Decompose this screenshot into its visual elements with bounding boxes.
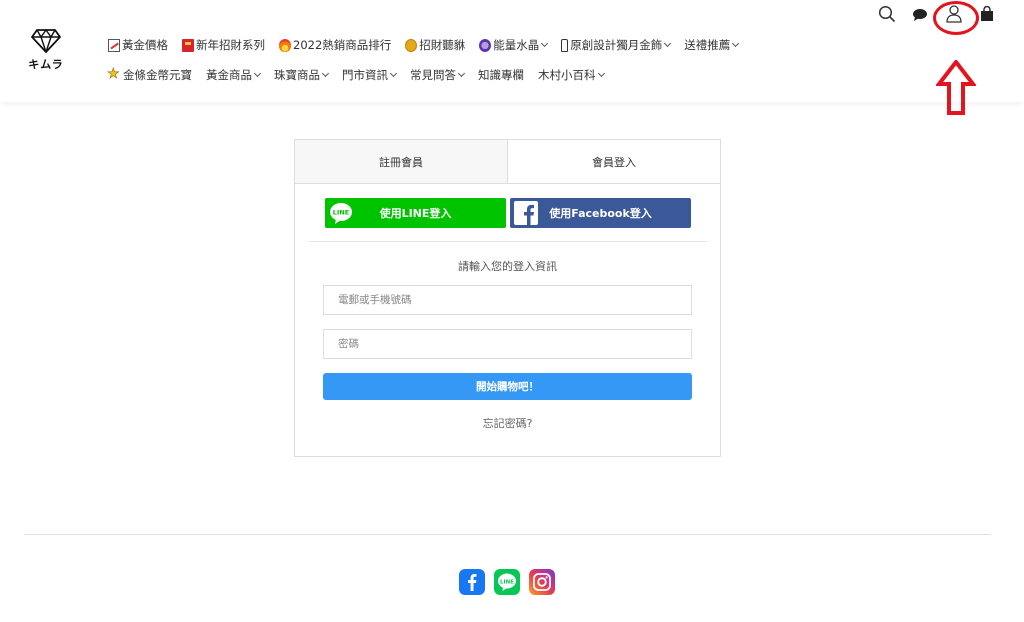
nav-original-design[interactable]: 原創設計獨月金飾 [561,37,672,53]
nav-new-year-series[interactable]: 新年招財系列 [182,37,265,53]
nav-gold-products[interactable]: 黃金商品 [206,67,262,83]
chart-icon [108,38,120,52]
footer-divider [24,534,991,535]
line-login-button[interactable]: LINE 使用LINE登入 [325,198,506,228]
footer-social-links: LINE [459,569,555,595]
nav-label: 珠寶商品 [274,68,320,82]
footer-line-badge-text: LINE [500,579,514,585]
nav-label: 黃金價格 [122,38,168,52]
nav-label: 2022熱銷商品排行 [293,38,392,52]
password-field[interactable] [323,329,692,359]
nav-gift-recommend[interactable]: 送禮推薦 [684,37,740,53]
nav-label: 新年招財系列 [196,38,265,52]
nav-label: 原創設計獨月金飾 [570,38,663,52]
annotation-up-arrow-icon [936,60,976,115]
divider [309,241,707,242]
nav-label: 送禮推薦 [684,38,731,52]
chevron-down-icon [541,39,549,47]
line-icon: LINE [330,203,352,224]
chevron-down-icon [321,69,330,77]
chevron-down-icon [732,39,740,47]
nav-label: 常見問答 [410,68,456,82]
search-icon[interactable] [878,5,896,27]
site-logo[interactable]: キムラ [26,28,66,72]
nav-label: 門市資訊 [342,68,388,82]
nav-faq[interactable]: 常見問答 [410,67,466,83]
nav-pixiu[interactable]: 招財聽貅 [405,37,465,53]
login-panel: 註冊會員 會員登入 LINE 使用LINE登入 使用Facebook登入 請輸入… [294,139,721,457]
site-header: キムラ 黃金價格 新年招財系列 2022熱銷商品排行 招財聽貅 能量水晶 原創設… [0,0,1024,102]
facebook-icon [514,201,538,225]
facebook-icon[interactable] [459,569,485,595]
chevron-down-icon [457,69,466,77]
diamond-icon [31,29,61,53]
tab-register[interactable]: 註冊會員 [295,140,508,183]
logo-text: キムラ [28,58,64,71]
nav-kimura-encyclopedia[interactable]: 木村小百科 [538,67,605,83]
cart-icon[interactable] [980,5,994,26]
nav-gold-price[interactable]: 黃金價格 [108,37,168,53]
nav-energy-crystal[interactable]: 能量水晶 [479,37,549,53]
nav-label: 知識專欄 [478,68,524,82]
instagram-icon[interactable] [529,569,555,595]
line-badge-text: LINE [333,209,349,217]
chevron-down-icon [664,39,672,47]
red-envelope-icon [182,38,194,52]
main-nav-row-1: 黃金價格 新年招財系列 2022熱銷商品排行 招財聽貅 能量水晶 原創設計獨月金… [108,37,752,53]
chat-icon[interactable] [912,7,928,26]
chevron-down-icon [597,69,605,77]
nav-bestseller-ranking[interactable]: 2022熱銷商品排行 [279,37,391,53]
line-icon[interactable]: LINE [494,569,520,595]
nav-label: 黃金商品 [206,68,252,82]
bottle-icon [561,38,569,52]
fire-icon [279,38,291,52]
nav-label: 金條金幣元寶 [123,68,192,82]
main-nav-row-2: 金條金幣元寶 黃金商品 珠寶商品 門市資訊 常見問答 知識專欄 木村小百科 [107,66,618,83]
star-icon [107,66,121,82]
email-phone-field[interactable] [323,285,692,315]
nav-gold-bars-coins[interactable]: 金條金幣元寶 [107,66,192,83]
nav-label: 招財聽貅 [419,38,466,52]
social-login-buttons: LINE 使用LINE登入 使用Facebook登入 [325,198,691,228]
annotation-circle [933,1,979,35]
auth-tabs: 註冊會員 會員登入 [295,140,720,184]
chevron-down-icon [389,69,398,77]
chevron-down-icon [253,69,262,77]
nav-label: 木村小百科 [538,68,596,82]
start-shopping-button[interactable]: 開始購物吧！ [323,373,692,400]
tab-login[interactable]: 會員登入 [508,140,720,183]
facebook-login-button[interactable]: 使用Facebook登入 [510,198,691,228]
nav-jewelry-products[interactable]: 珠寶商品 [274,67,330,83]
login-prompt: 請輸入您的登入資訊 [458,260,557,273]
forgot-password-link[interactable]: 忘記密碼? [295,415,720,431]
nav-knowledge-column[interactable]: 知識專欄 [478,67,524,83]
nav-label: 能量水晶 [493,38,540,52]
nav-store-info[interactable]: 門市資訊 [342,67,398,83]
crystal-icon [479,38,492,52]
medal-icon [405,38,418,52]
